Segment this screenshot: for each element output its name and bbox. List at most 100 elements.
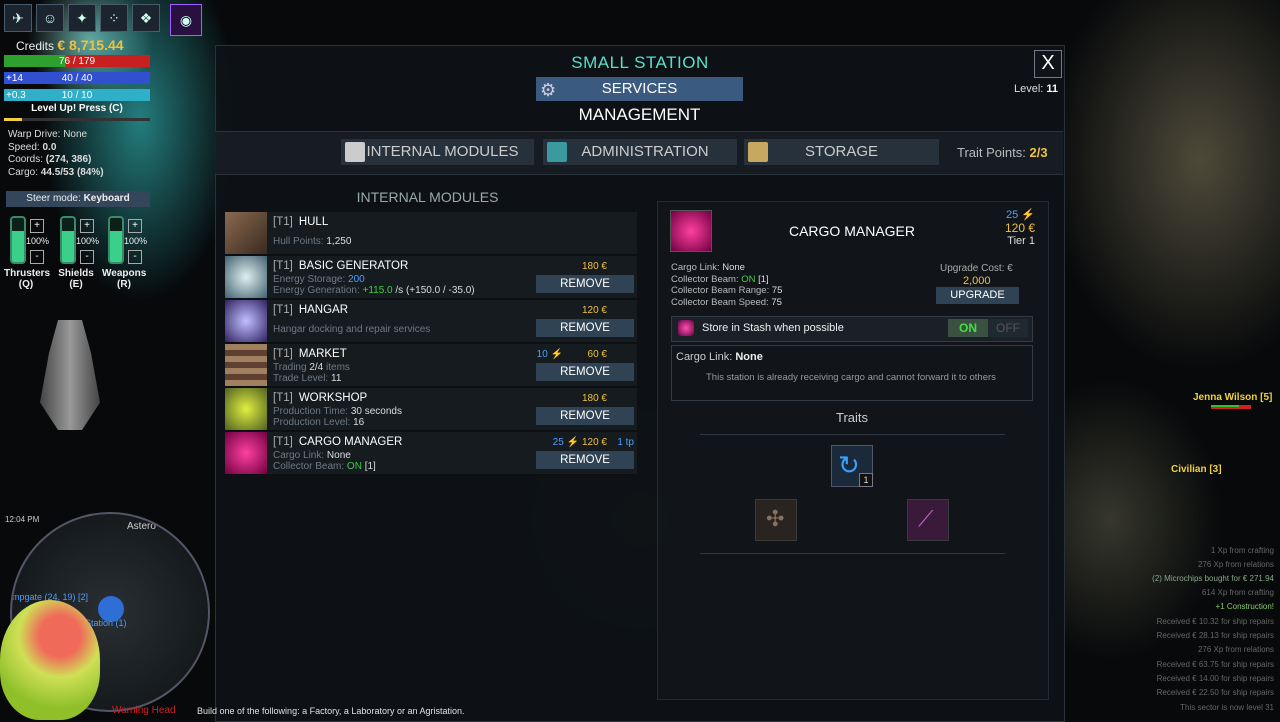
module-row-market[interactable]: [T1] MARKET Trading 2/4 items Trade Level… [225, 344, 637, 387]
cargo-link-box: Cargo Link: None This station is already… [671, 345, 1033, 401]
detail-stat-row: Collector Beam Range: 75 [671, 285, 782, 297]
traits-heading: Traits [835, 410, 869, 425]
services-tab[interactable]: ⚙ SERVICES [536, 77, 743, 101]
module-detail: Hull Points: 1,250 [273, 236, 351, 247]
module-detail-2: Production Level: 16 [273, 417, 364, 428]
speed-row: Speed: 0.0 [8, 142, 104, 155]
trait-collector-beam[interactable]: ↻ 1 [831, 445, 873, 487]
remove-button[interactable]: REMOVE [536, 275, 634, 293]
detail-stat-row: Collector Beam Speed: 75 [671, 297, 782, 309]
market-module-icon [225, 344, 267, 386]
upgrade-cost-value: 2,000 [963, 275, 991, 287]
log-line: Received € 22.50 for ship repairs [1156, 688, 1274, 697]
log-line: 276 Xp from relations [1197, 645, 1274, 654]
shields-label: Shields (E) [54, 268, 98, 290]
credits-value: € 8,715.44 [57, 37, 124, 53]
tab-storage[interactable]: STORAGE [744, 139, 939, 165]
panel-title: SMALL STATION [571, 53, 709, 72]
detail-value: 30 seconds [350, 406, 402, 417]
detail-rest: /s (+150.0 / -35.0) [395, 285, 475, 296]
detail-label: Collector Beam: [273, 461, 345, 472]
toggle-on[interactable]: ON [948, 319, 988, 337]
thrusters-plus-button[interactable]: + [30, 219, 44, 233]
map-icon[interactable]: ⁘ [100, 4, 128, 32]
level-value: 11 [1046, 83, 1059, 95]
module-row-hull[interactable]: [T1] HULL Hull Points: 1,250 [225, 212, 637, 255]
tab-internal-modules[interactable]: INTERNAL MODULES [341, 139, 534, 165]
jenna-health-bar [1211, 405, 1251, 409]
steer-value: Keyboard [83, 193, 130, 204]
remove-button[interactable]: REMOVE [536, 407, 634, 425]
credits-label: Credits [16, 39, 55, 53]
module-tier: [T1] [273, 348, 293, 360]
shields-plus-button[interactable]: + [80, 219, 94, 233]
thrusters-level-bar[interactable] [10, 216, 26, 264]
wormhole-icon[interactable]: ◉ [170, 4, 202, 36]
module-row-workshop[interactable]: [T1] WORKSHOP Production Time: 30 seconds… [225, 388, 637, 431]
pilot-icon[interactable]: ☺ [36, 4, 64, 32]
weapons-key: (R) [117, 279, 131, 290]
tab-administration[interactable]: ADMINISTRATION [543, 139, 737, 165]
npc-label-civilian[interactable]: Civilian [3] [1171, 464, 1222, 475]
remove-button[interactable]: REMOVE [536, 451, 634, 469]
weapons-level-bar[interactable] [108, 216, 124, 264]
close-button[interactable]: X [1034, 50, 1062, 78]
shield-bar: +14 40 / 40 [4, 72, 150, 84]
module-row-cargo-manager[interactable]: [T1] CARGO MANAGER Cargo Link: None Colle… [225, 432, 637, 475]
stat-label: Collector Beam Speed: [671, 296, 769, 308]
weapons-plus-button[interactable]: + [128, 219, 142, 233]
skills-icon[interactable]: ✦ [68, 4, 96, 32]
speed-value: 0.0 [42, 141, 57, 153]
shields-minus-button[interactable]: - [80, 250, 94, 264]
stat-value: 75 [771, 296, 782, 308]
trait-points: Trait Points: 2/3 [957, 145, 1048, 160]
administration-icon [547, 142, 567, 162]
upgrade-button[interactable]: UPGRADE [936, 287, 1019, 304]
stat-label: Collector Beam: [671, 273, 739, 285]
detail-value: 2/4 [309, 362, 324, 373]
toggle-off[interactable]: OFF [988, 319, 1028, 337]
detail-stat-row: Collector Beam: ON [1] [671, 274, 782, 286]
xp-bar [4, 118, 150, 121]
npc-label-jenna[interactable]: Jenna Wilson [5] [1193, 392, 1272, 403]
thrusters-key: (Q) [18, 279, 34, 290]
thrusters-label: Thrusters (Q) [4, 268, 51, 290]
weapons-minus-button[interactable]: - [128, 250, 142, 264]
remove-button[interactable]: REMOVE [536, 319, 634, 337]
management-tab[interactable]: MANAGEMENT [536, 105, 743, 125]
hull-module-icon [225, 212, 267, 254]
module-detail-1: Production Time: 30 seconds [273, 406, 402, 417]
detail-rest: [1] [364, 461, 376, 472]
steer-label: Steer mode: [26, 193, 81, 204]
log-line: 614 Xp from crafting [1201, 588, 1274, 597]
stash-toggle[interactable]: ON OFF [948, 319, 1028, 337]
log-line: This sector is now level 31 [1180, 703, 1274, 712]
module-row-basic-generator[interactable]: [T1] BASIC GENERATOR Energy Storage: 200 … [225, 256, 637, 299]
storage-icon [748, 142, 768, 162]
hangar-module-icon [225, 300, 267, 342]
detail-label: Energy Generation: [273, 285, 360, 296]
shields-key: (E) [69, 279, 83, 290]
cargo-link-heading: Cargo Link: None [676, 351, 763, 363]
shields-level-bar[interactable] [60, 216, 76, 264]
coords-label: Coords: [8, 154, 44, 165]
module-tier: [T1] [273, 392, 293, 404]
module-cost: 60 € [587, 349, 607, 360]
remove-button[interactable]: REMOVE [536, 363, 634, 381]
trait-claw[interactable]: ✣ [755, 499, 797, 541]
cargo-manager-module-icon [225, 432, 267, 474]
module-tier: [T1] [273, 436, 293, 448]
internal-modules-heading: INTERNAL MODULES [356, 189, 499, 205]
cargo-value: 44.5/53 (84%) [40, 166, 104, 178]
codex-icon[interactable]: ❖ [132, 4, 160, 32]
thrusters-name: Thrusters [4, 268, 51, 279]
warp-status: Warp Drive: None [8, 129, 88, 140]
thrusters-minus-button[interactable]: - [30, 250, 44, 264]
steer-mode-button[interactable]: Steer mode: Keyboard [6, 191, 150, 207]
gear-icon: ⚙ [540, 80, 557, 100]
trait-blade[interactable]: ⟋ [907, 499, 949, 541]
ship-icon[interactable]: ✈ [4, 4, 32, 32]
module-row-hangar[interactable]: [T1] HANGAR Hangar docking and repair ser… [225, 300, 637, 343]
station-level: Level: 11 [1014, 83, 1058, 95]
detail-value: +115.0 [362, 285, 393, 296]
